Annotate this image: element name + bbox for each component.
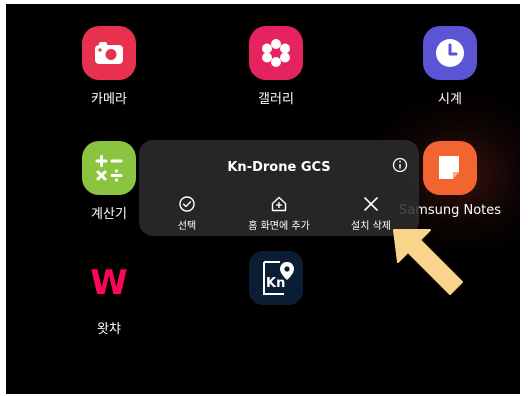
app-label: 시계 bbox=[438, 92, 462, 107]
close-x-icon bbox=[364, 197, 378, 211]
camera-icon bbox=[82, 26, 136, 80]
app-kn-drone-gcs[interactable]: Kn bbox=[221, 251, 331, 305]
watcha-icon: W bbox=[82, 256, 136, 310]
add-home-icon bbox=[271, 196, 287, 212]
info-icon[interactable] bbox=[391, 156, 409, 174]
calculator-icon bbox=[82, 141, 136, 195]
action-label: 선택 bbox=[177, 221, 197, 232]
app-clock[interactable]: 시계 bbox=[395, 26, 505, 107]
kn-drone-gcs-icon: Kn bbox=[249, 251, 303, 305]
home-screen: 카메라 갤러리 시계 계산기 Samsung Notes W 왓챠 Kn Kn-… bbox=[6, 4, 520, 394]
popup-title: Kn-Drone GCS bbox=[227, 160, 331, 175]
gallery-flower-icon bbox=[249, 26, 303, 80]
popup-actions: 선택 홈 화면에 추가 설치 삭제 bbox=[139, 195, 419, 233]
check-circle-icon bbox=[179, 196, 195, 212]
watcha-logo-letter: W bbox=[90, 263, 128, 303]
app-label: 갤러리 bbox=[258, 92, 294, 107]
app-label: 왓챠 bbox=[97, 322, 121, 337]
pointer-arrow-icon bbox=[393, 229, 463, 295]
clock-icon bbox=[423, 26, 477, 80]
app-label: 카메라 bbox=[91, 92, 127, 107]
app-gallery[interactable]: 갤러리 bbox=[221, 26, 331, 107]
action-label: 홈 화면에 추가 bbox=[248, 221, 310, 232]
app-context-menu: Kn-Drone GCS 선택 홈 화면에 추가 설치 삭제 bbox=[139, 140, 419, 236]
app-camera[interactable]: 카메라 bbox=[54, 26, 164, 107]
notes-icon bbox=[423, 141, 477, 195]
add-to-home-action-button[interactable]: 홈 화면에 추가 bbox=[231, 195, 327, 232]
kn-icon-text: Kn bbox=[266, 276, 285, 291]
select-action-button[interactable]: 선택 bbox=[139, 195, 235, 232]
app-watcha[interactable]: W 왓챠 bbox=[54, 256, 164, 337]
